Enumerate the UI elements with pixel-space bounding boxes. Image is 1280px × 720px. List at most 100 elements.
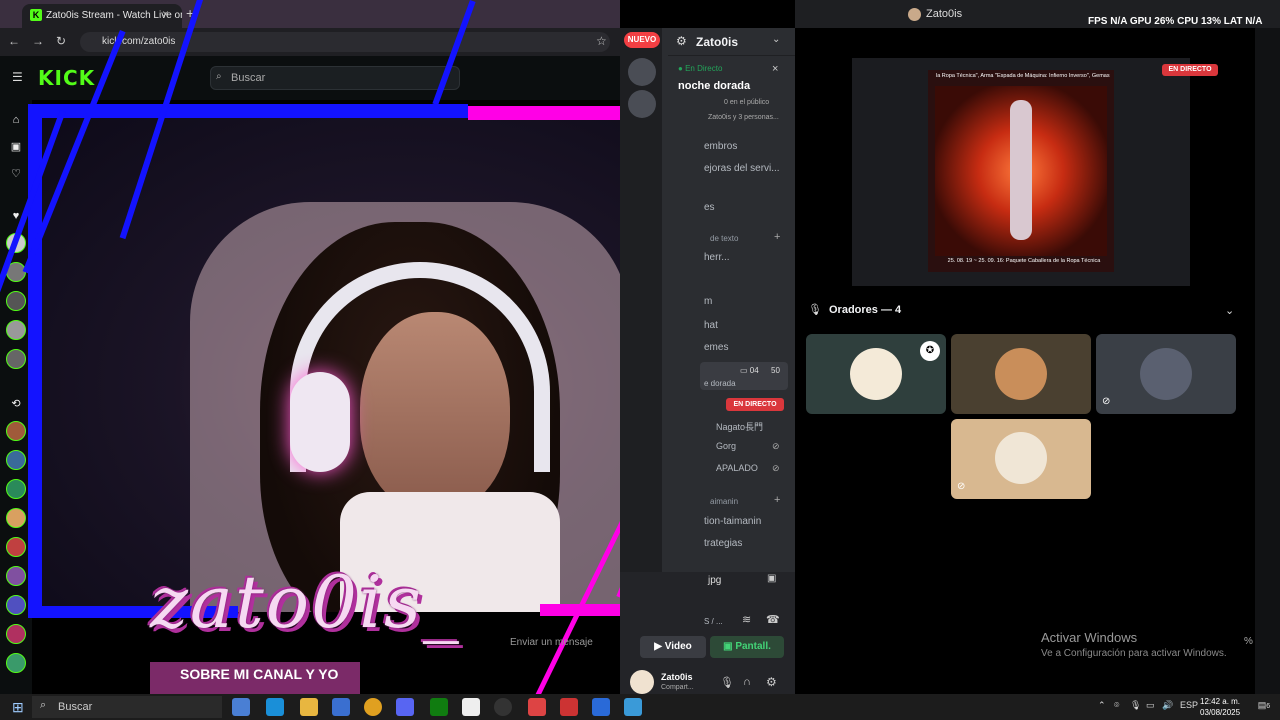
channel-item[interactable]: trategias	[704, 538, 742, 549]
chat-input[interactable]: Enviar un mensaje	[510, 632, 620, 654]
speaker-avatar	[995, 432, 1047, 484]
back-icon[interactable]: ←	[8, 34, 20, 48]
voice-user[interactable]: Nagato長門	[716, 420, 763, 433]
voice-user[interactable]: Gorg	[716, 441, 736, 451]
recommended-channel-avatar[interactable]	[6, 653, 26, 673]
side-panel-strip	[1255, 28, 1280, 694]
speakers-header[interactable]: Oradores — 4	[829, 304, 901, 316]
obs-app-icon[interactable]	[494, 698, 512, 716]
recommended-channel-avatar[interactable]	[6, 566, 26, 586]
forward-icon[interactable]: →	[32, 34, 44, 48]
tray-mic-icon[interactable]: 🎙	[1130, 700, 1141, 711]
channel-item[interactable]: hat	[704, 320, 718, 331]
followed-channel-avatar[interactable]	[6, 320, 26, 340]
tray-app-icon[interactable]: ⌾	[1114, 700, 1119, 711]
clock-date: 03/08/2025	[1200, 708, 1241, 717]
disconnect-icon[interactable]: ☎	[766, 613, 780, 626]
window-title: Zato0is	[926, 8, 963, 20]
volume-icon[interactable]: 🔊	[1162, 700, 1173, 711]
game-app-icon[interactable]	[560, 698, 578, 716]
streamer-name-overlay: zato0is_	[150, 560, 461, 644]
category-label[interactable]: de texto	[710, 234, 738, 243]
menu-icon[interactable]: ☰	[12, 70, 23, 84]
kick-search-input[interactable]: Buscar	[210, 66, 460, 90]
windows-start-icon[interactable]: ⊞	[12, 699, 24, 716]
channel-item[interactable]: m	[704, 296, 712, 307]
settings-gear-icon[interactable]: ⚙	[766, 675, 777, 689]
channel-item[interactable]: tion-taimanin	[704, 516, 761, 527]
new-badge[interactable]: NUEVO	[624, 32, 660, 48]
recommended-channel-avatar[interactable]	[6, 421, 26, 441]
network-icon[interactable]: ▭	[1146, 700, 1155, 711]
recommended-channel-avatar[interactable]	[6, 508, 26, 528]
followed-channel-avatar[interactable]	[6, 349, 26, 369]
event-title[interactable]: noche dorada	[678, 80, 750, 92]
store-app-icon[interactable]	[332, 698, 350, 716]
channel-item[interactable]: emes	[704, 342, 728, 353]
home-icon[interactable]: ⌂	[8, 112, 24, 128]
photos-app-icon[interactable]	[624, 698, 642, 716]
address-bar[interactable]: kick.com/zato0is	[80, 32, 610, 52]
server-icon[interactable]	[628, 58, 656, 86]
followed-channel-avatar[interactable]	[6, 291, 26, 311]
mic-icon[interactable]: 🎙	[720, 676, 734, 689]
screen-share-button[interactable]: ▣ Pantall.	[710, 636, 784, 658]
channel-item[interactable]: ejoras del servi...	[704, 163, 780, 174]
edge-app-icon[interactable]	[266, 698, 284, 716]
kick-logo[interactable]: KICK	[38, 66, 95, 90]
channel-item[interactable]: es	[704, 202, 715, 213]
server-icon[interactable]	[628, 90, 656, 118]
artwork-character	[1010, 100, 1032, 240]
recommended-channel-avatar[interactable]	[6, 450, 26, 470]
add-channel-icon[interactable]: +	[774, 494, 780, 506]
browse-icon[interactable]: ▣	[8, 139, 24, 155]
taskbar-clock[interactable]: 12:42 a. m. 03/08/2025	[1200, 696, 1240, 718]
screen-share-icon[interactable]: ▣	[767, 573, 776, 584]
soundboard-icon[interactable]: ≋	[742, 613, 751, 626]
recommended-icon[interactable]: ⟲	[8, 396, 24, 412]
channel-item[interactable]: herr...	[704, 252, 730, 263]
taskbar-search[interactable]: Buscar	[32, 696, 222, 718]
voice-user[interactable]: APALADO	[716, 463, 758, 473]
event-status-label: En Directo	[685, 64, 723, 73]
reload-icon[interactable]: ↻	[56, 34, 66, 48]
attachment-name[interactable]: jpg	[708, 575, 721, 586]
file-explorer-icon[interactable]	[300, 698, 318, 716]
notepad-app-icon[interactable]	[462, 698, 480, 716]
chevron-down-icon[interactable]: ⌄	[1225, 304, 1234, 317]
video-button[interactable]: ▶ Video	[640, 636, 706, 658]
event-status: ● En Directo	[678, 64, 723, 73]
xbox-app-icon[interactable]	[430, 698, 448, 716]
browser-tab[interactable]: Zato0is Stream - Watch Live on	[22, 4, 182, 28]
chrome-app-icon[interactable]	[364, 698, 382, 716]
channel-banner[interactable]: SOBRE MI CANAL Y YO	[150, 662, 360, 694]
channel-item[interactable]: embros	[704, 141, 737, 152]
battlenet-app-icon[interactable]	[592, 698, 610, 716]
add-channel-icon[interactable]: +	[774, 231, 780, 243]
screen-share-label: Pantall.	[735, 641, 771, 652]
tab-close-icon[interactable]: ×	[162, 7, 169, 21]
tray-overflow-icon[interactable]: ⌃	[1098, 700, 1106, 711]
notification-icon[interactable]: ▤6	[1254, 700, 1274, 711]
category-label[interactable]: aimanin	[710, 497, 738, 506]
following-icon[interactable]: ♡	[8, 166, 24, 182]
recommended-channel-avatar[interactable]	[6, 479, 26, 499]
chevron-down-icon[interactable]: ⌄	[772, 34, 780, 45]
activate-windows-subtitle: Ve a Configuración para activar Windows.	[1041, 648, 1227, 659]
recommended-channel-avatar[interactable]	[6, 537, 26, 557]
language-indicator[interactable]: ESP	[1180, 700, 1198, 710]
close-icon[interactable]: ×	[772, 63, 778, 75]
live-badge: EN DIRECTO	[726, 398, 784, 411]
recommended-channel-avatar[interactable]	[6, 595, 26, 615]
discord-app-icon[interactable]	[396, 698, 414, 716]
user-name[interactable]: Zato0is	[661, 672, 693, 682]
copilot-app-icon[interactable]	[232, 698, 250, 716]
headset-earcup	[290, 372, 350, 472]
headphones-icon[interactable]: ∩	[743, 676, 751, 688]
bookmark-star-icon[interactable]: ☆	[596, 34, 607, 48]
user-avatar[interactable]	[630, 670, 654, 694]
recommended-channel-avatar[interactable]	[6, 624, 26, 644]
microphone-icon: 🎙	[808, 304, 822, 316]
performance-overlay: FPS N/A GPU 26% CPU 13% LAT N/A	[1088, 16, 1263, 27]
chrome-profile-icon[interactable]	[528, 698, 546, 716]
